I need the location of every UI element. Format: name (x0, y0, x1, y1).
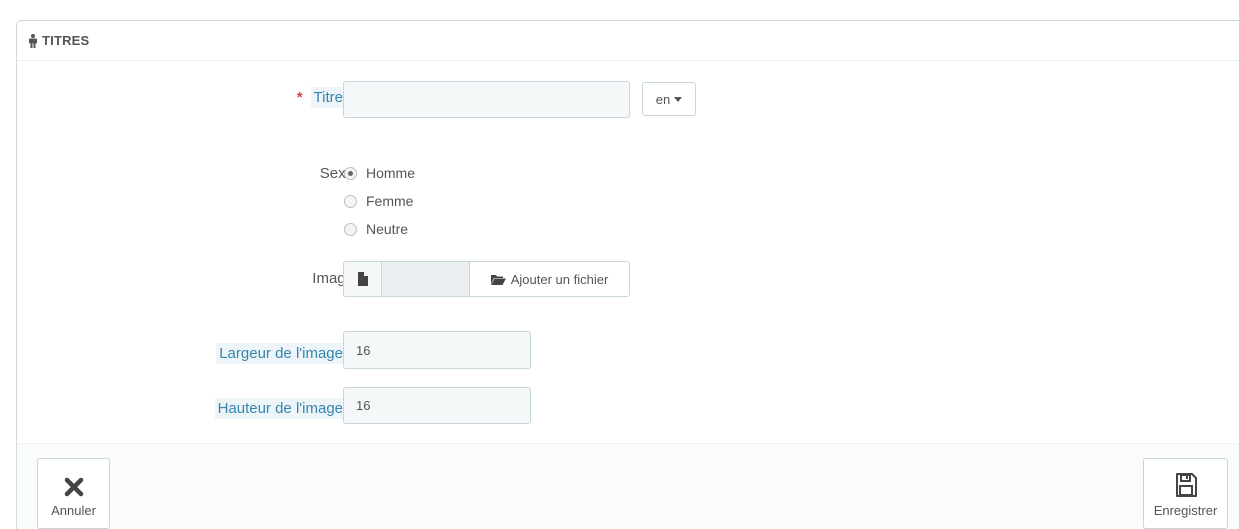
panel-heading: TITRES (17, 21, 1239, 61)
hauteur-input[interactable]: 16 (343, 387, 531, 424)
file-icon (344, 262, 382, 296)
panel-title: TITRES (42, 33, 90, 48)
radio-neutre[interactable]: Neutre (344, 221, 408, 237)
panel-footer: Annuler Enregistrer (17, 443, 1239, 529)
hauteur-label: Hauteur de l'image (214, 398, 346, 419)
close-icon (64, 477, 83, 497)
titre-label: Titre (310, 87, 346, 108)
cancel-button[interactable]: Annuler (37, 458, 110, 529)
save-icon (1175, 473, 1197, 497)
file-upload-group[interactable]: Ajouter un fichier (343, 261, 630, 297)
radio-homme[interactable]: Homme (344, 165, 415, 181)
caret-down-icon (674, 96, 683, 102)
radio-femme[interactable]: Femme (344, 193, 413, 209)
radio-unchecked-icon[interactable] (344, 194, 357, 208)
titre-input[interactable] (343, 81, 630, 118)
add-file-label: Ajouter un fichier (510, 271, 609, 287)
largeur-input[interactable]: 16 (343, 331, 531, 369)
titre-label-wrap: * Titre (296, 87, 346, 108)
titles-panel: TITRES * Titre en Sexe Homme Femme Neutre… (16, 20, 1239, 529)
add-file-button[interactable]: Ajouter un fichier (470, 262, 629, 296)
language-dropdown[interactable]: en (642, 82, 696, 116)
largeur-label: Largeur de l'image (216, 343, 346, 364)
save-label: Enregistrer (1153, 503, 1218, 518)
cancel-label: Annuler (51, 503, 96, 518)
hauteur-label-wrap: Hauteur de l'image (214, 398, 346, 419)
file-name-field[interactable] (382, 262, 470, 296)
language-value: en (655, 91, 671, 107)
radio-unchecked-icon[interactable] (344, 222, 357, 236)
radio-label: Homme (366, 165, 416, 181)
radio-label: Femme (366, 193, 414, 209)
radio-label: Neutre (366, 221, 409, 237)
save-button[interactable]: Enregistrer (1143, 458, 1228, 529)
folder-open-icon (490, 274, 506, 285)
largeur-label-wrap: Largeur de l'image (216, 343, 346, 364)
male-icon (27, 33, 39, 48)
radio-checked-icon[interactable] (344, 166, 357, 180)
required-mark: * (296, 89, 303, 106)
